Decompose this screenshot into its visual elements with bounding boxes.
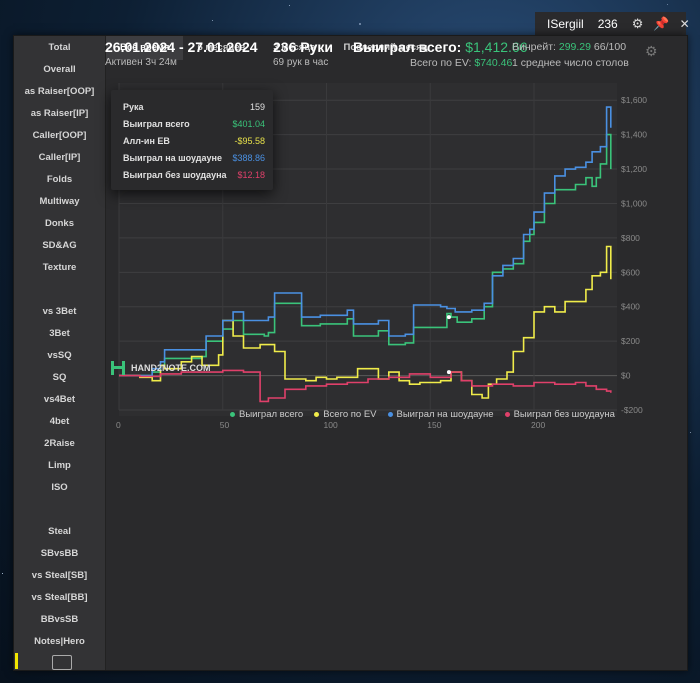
tooltip-row: Выиграл на шоудауне $388.86 — [123, 153, 265, 167]
star — [667, 4, 668, 5]
sidebar-item[interactable]: Caller[OOP] — [14, 126, 105, 146]
sidebar-item[interactable]: 4bet — [14, 412, 105, 432]
y-tick-label: $1,400 — [621, 130, 647, 140]
active-marker — [15, 653, 18, 669]
legend-label: Всего по EV — [323, 409, 377, 420]
y-tick-label: $1,000 — [621, 198, 647, 208]
tooltip-key: Выиграл на шоудауне — [123, 153, 222, 163]
star — [212, 20, 213, 21]
star — [690, 432, 691, 433]
sidebar-item[interactable]: SQ — [14, 368, 105, 388]
settings-gear-icon[interactable]: ⚙ — [645, 43, 658, 60]
date-range: 26.01.2024 - 27.01.2024 — [105, 39, 258, 55]
pin-icon[interactable]: 📌 — [653, 16, 669, 32]
x-tick-label: 200 — [531, 420, 545, 430]
avg-tables: 1 среднее число столов — [512, 57, 629, 69]
legend-dot-icon — [387, 412, 393, 417]
tooltip-key: Выиграл без шоудауна — [123, 170, 227, 180]
sidebar-item[interactable]: Texture — [14, 258, 105, 278]
sidebar-item[interactable]: Folds — [14, 170, 105, 190]
tooltip-row: Рука 159 — [123, 102, 265, 116]
x-tick-label: 0 — [116, 420, 121, 430]
sidebar-item[interactable]: SD&AG — [14, 236, 105, 256]
sidebar-item[interactable]: SBvsBB — [14, 544, 105, 564]
x-tick-label: 150 — [427, 420, 441, 430]
gear-icon[interactable]: ⚙ — [632, 16, 644, 32]
sidebar-item[interactable]: Overall — [14, 60, 105, 80]
tooltip-value: $388.86 — [232, 153, 265, 163]
sidebar-item[interactable]: Caller[IP] — [14, 148, 105, 168]
sidebar-item[interactable]: Limp — [14, 456, 105, 476]
star — [289, 5, 290, 6]
sidebar-item[interactable]: Total — [14, 38, 105, 58]
tooltip-value: 159 — [249, 102, 265, 112]
y-tick-label: $400 — [621, 302, 640, 312]
sidebar-item[interactable]: ISO — [14, 478, 105, 498]
hand2note-logo: HAND2NOTE.COM — [111, 361, 211, 375]
y-tick-label: $600 — [621, 267, 640, 277]
tooltip-row: Выиграл всего $401.04 — [123, 119, 265, 133]
legend-item[interactable]: Выиграл на шоудауне — [387, 409, 494, 420]
tooltip-key: Рука — [123, 102, 144, 112]
tooltip-value: -$95.58 — [234, 136, 265, 146]
hands-total: 236 Руки — [273, 39, 333, 55]
sidebar-item[interactable]: vs4Bet — [14, 390, 105, 410]
tooltip-key: Алл-ин ЕВ — [123, 136, 170, 146]
ev-total: Всего по EV: $740.46 — [410, 57, 513, 69]
close-icon[interactable]: ✕ — [680, 17, 690, 31]
x-tick-label: 50 — [220, 420, 230, 430]
chart-tooltip: Рука 159 Выиграл всего $401.04 Алл-ин ЕВ -$95… — [111, 90, 273, 190]
legend-item[interactable]: Выиграл без шоудауна — [504, 409, 615, 420]
hover-marker — [446, 315, 451, 320]
tooltip-row: Выиграл без шоудауна $12.18 — [123, 170, 265, 184]
sidebar-item[interactable]: Multiway — [14, 192, 105, 212]
winrate: Винрейт: 299.29 66/100 — [512, 41, 627, 53]
legend-label: Выиграл на шоудауне — [396, 409, 494, 420]
y-tick-label: $1,600 — [621, 95, 647, 105]
legend-dot-icon — [314, 412, 320, 417]
legend-label: Выиграл без шоудауна — [513, 409, 615, 420]
chart-icon[interactable] — [52, 655, 72, 670]
tooltip-value: $12.18 — [237, 170, 265, 180]
legend-item[interactable]: Выиграл всего — [230, 409, 303, 420]
sidebar-item[interactable]: Donks — [14, 214, 105, 234]
tooltip-row: Алл-ин ЕВ -$95.58 — [123, 136, 265, 150]
sidebar-item[interactable]: vsSQ — [14, 346, 105, 366]
sidebar-item[interactable]: BBvsSB — [14, 610, 105, 630]
sidebar-item[interactable]: vs Steal[SB] — [14, 566, 105, 586]
legend-dot-icon — [230, 412, 235, 417]
x-tick-label: 100 — [324, 420, 338, 430]
sidebar-item[interactable]: Steal — [14, 522, 105, 542]
hands-count: 236 — [597, 16, 618, 31]
chart-legend: Выиграл всего Всего по EV Выиграл на шоуда… — [230, 409, 626, 420]
sidebar-item[interactable]: vs Steal[BB] — [14, 588, 105, 608]
tooltip-value: $401.04 — [232, 119, 265, 129]
legend-item[interactable]: Всего по EV — [314, 409, 377, 420]
active-time: Активен 3ч 24м — [105, 57, 177, 68]
y-tick-label: $1,200 — [621, 164, 647, 174]
y-tick-label: $0 — [621, 371, 631, 381]
hands-rate: 69 рук в час — [273, 57, 329, 68]
y-tick-label: $800 — [621, 233, 640, 243]
sidebar-item[interactable]: 2Raise — [14, 434, 105, 454]
y-tick-label: $200 — [621, 336, 640, 346]
hover-marker — [446, 370, 451, 375]
sidebar: Total Overall as Raiser[OOP] as Raiser[IP] C… — [14, 36, 106, 670]
sidebar-item[interactable]: vs 3Bet — [14, 302, 105, 322]
sidebar-item[interactable]: as Raiser[IP] — [14, 104, 105, 124]
star — [2, 573, 3, 574]
player-name: ISergiil — [547, 16, 584, 31]
sidebar-item[interactable]: as Raiser[OOP] — [14, 82, 105, 102]
sidebar-item[interactable]: Notes|Hero — [14, 632, 105, 652]
tooltip-key: Выиграл всего — [123, 119, 190, 129]
logo-icon — [111, 361, 125, 375]
window-topbar: ISergiil 236 ⚙ 📌 ✕ — [535, 12, 690, 35]
legend-dot-icon — [504, 412, 510, 417]
sidebar-item[interactable]: 3Bet — [14, 324, 105, 344]
star — [359, 23, 361, 25]
won-total: Выиграл всего: $1,412.66 — [353, 39, 528, 55]
legend-label: Выиграл всего — [239, 409, 304, 420]
